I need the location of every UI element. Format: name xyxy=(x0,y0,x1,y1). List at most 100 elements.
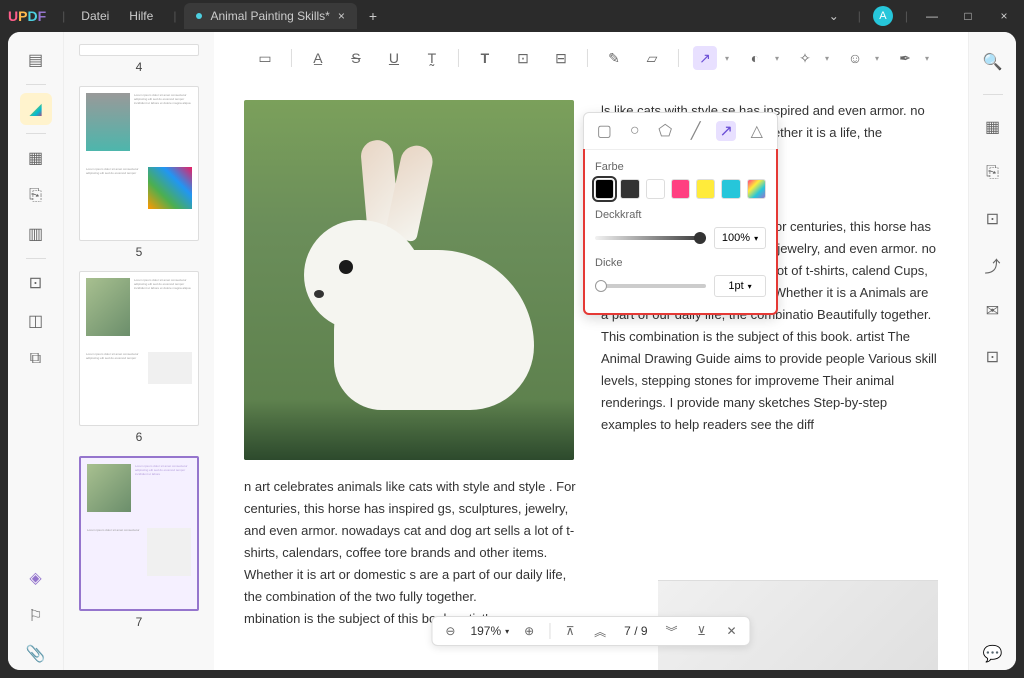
color-swatch[interactable] xyxy=(721,179,740,199)
color-swatch[interactable] xyxy=(696,179,715,199)
share-icon[interactable]: ⤴ xyxy=(977,249,1009,281)
dropdown-caret-icon[interactable]: ▾ xyxy=(875,54,879,63)
attach-tool-icon[interactable]: ☺ xyxy=(843,46,867,70)
squiggly-tool-icon[interactable]: T̰ xyxy=(420,46,444,70)
print-icon[interactable]: ⊡ xyxy=(977,341,1009,373)
shape-circle-icon[interactable]: ○ xyxy=(625,121,645,141)
tab-add-button[interactable]: + xyxy=(369,8,377,24)
prev-page-button[interactable]: ︽ xyxy=(590,621,610,641)
dropdown-caret-icon[interactable]: ▾ xyxy=(925,54,929,63)
crop-tool-icon[interactable]: ◫ xyxy=(20,305,52,337)
tab-indicator-icon xyxy=(196,13,202,19)
form-tool-icon[interactable]: ▥ xyxy=(20,218,52,250)
menu-file[interactable]: Datei xyxy=(81,9,109,23)
page-indicator[interactable]: 7 / 9 xyxy=(620,624,651,638)
shape-line-icon[interactable]: ╱ xyxy=(686,121,706,141)
right-toolbar: 🔍 ▦ ⎘ ⊡ ⤴ ✉ ⊡ 💬 xyxy=(968,32,1016,670)
strikethrough-tool-icon[interactable]: S xyxy=(344,46,368,70)
user-avatar[interactable]: A xyxy=(873,6,893,26)
opacity-slider[interactable] xyxy=(595,231,706,245)
thickness-value[interactable]: 1pt▾ xyxy=(714,275,766,297)
shape-pentagon-icon[interactable]: ⬠ xyxy=(655,121,675,141)
color-swatch[interactable] xyxy=(671,179,690,199)
color-swatch[interactable] xyxy=(646,179,665,199)
text-tool-icon[interactable]: T xyxy=(473,46,497,70)
shape-square-icon[interactable]: ▢ xyxy=(594,121,614,141)
window-maximize-button[interactable]: □ xyxy=(956,4,980,28)
color-swatch[interactable] xyxy=(747,179,766,199)
main-area: ▤ ◢ ▦ ⎘ ▥ ⊡ ◫ ⧉ ◈ ⚐ 📎 4 Lorem ipsum dolo… xyxy=(8,32,1016,670)
thumb-page-4[interactable] xyxy=(79,44,199,56)
convert-icon[interactable]: ⎘ xyxy=(977,157,1009,189)
first-page-button[interactable]: ⊼ xyxy=(560,621,580,641)
search-icon[interactable]: 🔍 xyxy=(977,46,1009,78)
compress-icon[interactable]: ⊡ xyxy=(977,203,1009,235)
divider xyxy=(587,49,588,67)
stamp-tool-icon[interactable]: ◐ xyxy=(743,46,767,70)
divider xyxy=(549,623,550,639)
divider: | xyxy=(905,9,908,23)
signature-tool-icon[interactable]: ✒ xyxy=(893,46,917,70)
bookmark-icon[interactable]: ⚐ xyxy=(20,600,52,632)
chat-icon[interactable]: 💬 xyxy=(977,638,1009,670)
next-page-button[interactable]: ︾ xyxy=(662,621,682,641)
color-swatch[interactable] xyxy=(595,179,614,199)
sticker-tool-icon[interactable]: ✧ xyxy=(793,46,817,70)
divider xyxy=(291,49,292,67)
thumb-page-7[interactable]: Lorem ipsum dolor sit amet consectetur a… xyxy=(79,456,199,611)
protect-tool-icon[interactable]: ⊡ xyxy=(20,267,52,299)
eraser-tool-icon[interactable]: ▱ xyxy=(640,46,664,70)
shape-tool-icon[interactable]: ↗ xyxy=(693,46,717,70)
dropdown-caret-icon[interactable]: ▾ xyxy=(775,54,779,63)
window-minimize-button[interactable]: — xyxy=(920,4,944,28)
dropdown-caret-icon[interactable]: ▾ xyxy=(825,54,829,63)
zoom-in-button[interactable]: ⊕ xyxy=(519,621,539,641)
last-page-button[interactable]: ⊻ xyxy=(692,621,712,641)
opacity-label: Deckkraft xyxy=(595,209,766,221)
window-close-button[interactable]: × xyxy=(992,4,1016,28)
divider xyxy=(26,133,46,134)
divider xyxy=(458,49,459,67)
thumb-page-6[interactable]: Lorem ipsum dolor sit amet consectetur a… xyxy=(79,271,199,426)
document-tab[interactable]: Animal Painting Skills* × xyxy=(184,3,356,29)
ocr-icon[interactable]: ▦ xyxy=(977,111,1009,143)
attachment-icon[interactable]: 📎 xyxy=(20,638,52,670)
tab-close-icon[interactable]: × xyxy=(338,9,345,23)
note-tool-icon[interactable]: ▭ xyxy=(253,46,277,70)
annotation-toolbar: ▭ A̲ S U T̰ T ⊡ ⊟ ✎ ▱ ↗ ▾ ◐ ▾ ✧ ▾ ☺ ▾ ✒ … xyxy=(249,42,933,74)
document-text: n art celebrates animals like cats with … xyxy=(244,476,581,630)
page-tool-icon[interactable]: ⎘ xyxy=(20,180,52,212)
menu-help[interactable]: Hilfe xyxy=(129,9,153,23)
email-icon[interactable]: ✉ xyxy=(977,295,1009,327)
opacity-value[interactable]: 100%▾ xyxy=(714,227,766,249)
thumb-page-5[interactable]: Lorem ipsum dolor sit amet consectetur a… xyxy=(79,86,199,241)
chevron-down-icon[interactable]: ⌄ xyxy=(822,4,846,28)
divider xyxy=(26,258,46,259)
left-toolbar: ▤ ◢ ▦ ⎘ ▥ ⊡ ◫ ⧉ ◈ ⚐ 📎 xyxy=(8,32,64,670)
underline-tool-icon[interactable]: U xyxy=(382,46,406,70)
redact-tool-icon[interactable]: ⧉ xyxy=(20,343,52,375)
pencil-tool-icon[interactable]: ✎ xyxy=(602,46,626,70)
highlight-tool-icon[interactable]: A̲ xyxy=(306,46,330,70)
zoom-level[interactable]: 197%▾ xyxy=(470,624,509,638)
thumb-label: 4 xyxy=(72,60,206,74)
thickness-label: Dicke xyxy=(595,257,766,269)
shape-arrow-icon[interactable]: ↗ xyxy=(716,121,736,141)
layers-icon[interactable]: ◈ xyxy=(20,562,52,594)
zoom-out-button[interactable]: ⊖ xyxy=(440,621,460,641)
textbox-tool-icon[interactable]: ⊡ xyxy=(511,46,535,70)
divider xyxy=(26,84,46,85)
thickness-slider[interactable] xyxy=(595,279,706,293)
shape-triangle-icon[interactable]: △ xyxy=(747,121,767,141)
page-navigator: ⊖ 197%▾ ⊕ ⊼ ︽ 7 / 9 ︾ ⊻ ✕ xyxy=(431,616,750,646)
reader-mode-icon[interactable]: ▤ xyxy=(20,44,52,76)
shape-properties-popup: ▢ ○ ⬠ ╱ ↗ △ Farbe Deckkraft xyxy=(583,112,778,315)
callout-tool-icon[interactable]: ⊟ xyxy=(549,46,573,70)
close-pager-button[interactable]: ✕ xyxy=(722,621,742,641)
dropdown-caret-icon[interactable]: ▾ xyxy=(725,54,729,63)
divider xyxy=(678,49,679,67)
edit-tool-icon[interactable]: ▦ xyxy=(20,142,52,174)
tab-title: Animal Painting Skills* xyxy=(210,9,329,23)
comment-tool-icon[interactable]: ◢ xyxy=(20,93,52,125)
color-swatch[interactable] xyxy=(620,179,639,199)
